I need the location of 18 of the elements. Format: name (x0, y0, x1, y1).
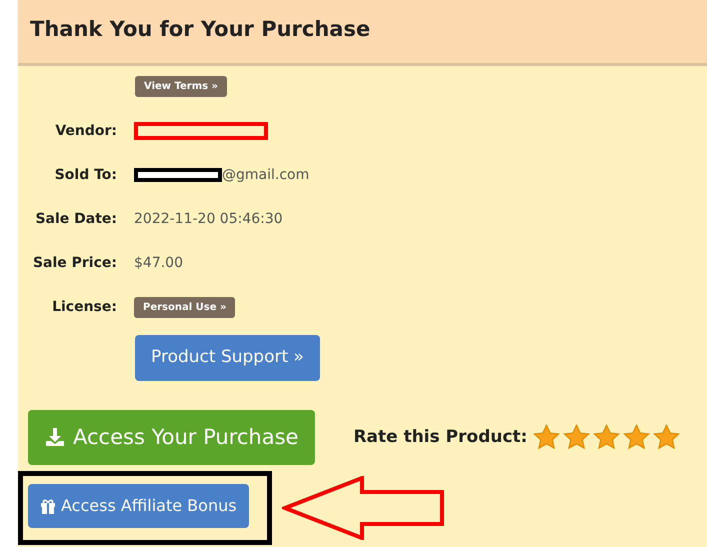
field-value: 2022-11-20 05:46:30 (134, 210, 283, 228)
field-label: Sale Date: (34, 210, 117, 228)
field-label: Sold To: (54, 166, 117, 184)
field-value: $47.00 (134, 254, 183, 272)
field-label: Vendor: (54, 122, 117, 140)
product-support-button[interactable]: Product Support » (135, 335, 320, 380)
page-title: Thank You for Your Purchase (30, 17, 370, 41)
license-button[interactable]: Personal Use » (134, 296, 236, 318)
affiliate-bonus-button[interactable]: Access Affiliate Bonus (28, 484, 249, 528)
email-text: @gmail.com (222, 166, 310, 184)
field-label: License: (51, 298, 117, 316)
download-icon (45, 427, 65, 448)
field-label: Sale Price: (32, 254, 117, 272)
access-purchase-button[interactable]: Access Your Purchase (28, 410, 316, 465)
rating-label: Rate this Product: (353, 426, 528, 448)
gift-icon (40, 498, 56, 514)
view-terms-button[interactable]: View Terms » (135, 76, 228, 97)
star-rating[interactable] (533, 424, 680, 450)
